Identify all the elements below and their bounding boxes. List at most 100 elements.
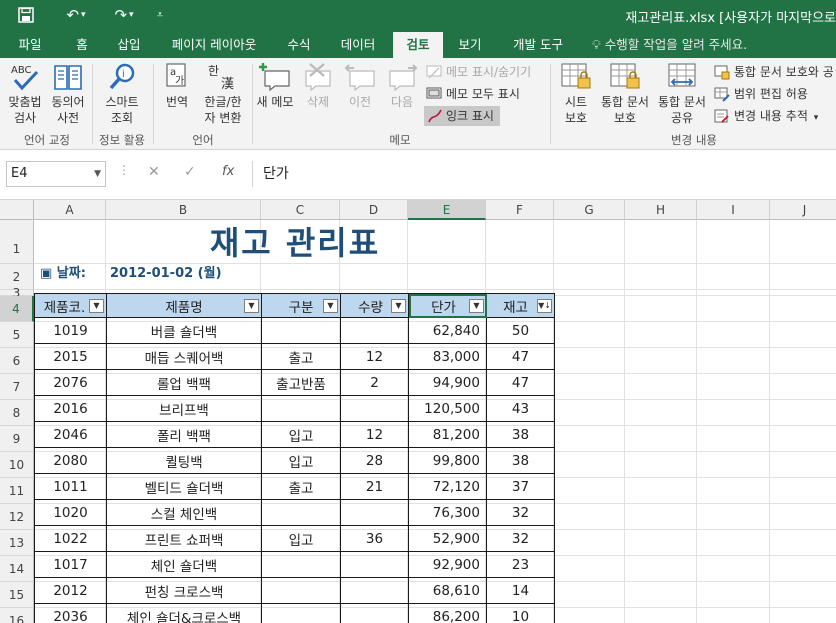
- cell-quantity[interactable]: 28: [340, 447, 409, 474]
- column-header-f[interactable]: F: [486, 200, 554, 220]
- cell-product-name[interactable]: 펀칭 크로스백: [106, 577, 262, 604]
- translate-button[interactable]: a가 번역: [158, 62, 196, 110]
- filter-dropdown-icon[interactable]: ▼: [89, 299, 104, 313]
- header-product-code[interactable]: 제품코. ▼: [34, 293, 107, 318]
- row-header-5[interactable]: 5: [0, 322, 34, 348]
- enter-icon[interactable]: ✓: [184, 164, 196, 180]
- cell-product-name[interactable]: 매듭 스퀘어백: [106, 343, 262, 370]
- cell-product-code[interactable]: 1022: [34, 525, 107, 552]
- cell-unit-price[interactable]: 83,000: [408, 343, 487, 370]
- cell-category[interactable]: 입고: [261, 421, 341, 448]
- cell-stock[interactable]: 50: [486, 317, 555, 344]
- cell-quantity[interactable]: [340, 551, 409, 578]
- cell-stock[interactable]: 10: [486, 603, 555, 623]
- cell-product-code[interactable]: 1020: [34, 499, 107, 526]
- cell-category[interactable]: 출고반품: [261, 369, 341, 396]
- sort-descending-filter-icon[interactable]: ▼↓: [537, 299, 552, 313]
- show-all-comments-button[interactable]: 메모 모두 표시: [426, 84, 520, 104]
- cell-quantity[interactable]: 21: [340, 473, 409, 500]
- undo-icon[interactable]: ↶ ▾: [56, 4, 96, 26]
- cell-quantity[interactable]: 12: [340, 343, 409, 370]
- cell-product-name[interactable]: 버클 숄더백: [106, 317, 262, 344]
- cell-product-name[interactable]: 브리프백: [106, 395, 262, 422]
- tab-page-layout[interactable]: 페이지 레이아웃: [160, 32, 268, 58]
- select-all-corner[interactable]: [0, 200, 34, 220]
- cell-product-code[interactable]: 1017: [34, 551, 107, 578]
- row-header-8[interactable]: 8: [0, 400, 34, 426]
- row-header-14[interactable]: 14: [0, 556, 34, 582]
- header-unit-price[interactable]: 단가 ▼: [408, 293, 487, 318]
- cell-unit-price[interactable]: 62,840: [408, 317, 487, 344]
- cell-quantity[interactable]: [340, 395, 409, 422]
- cell-stock[interactable]: 38: [486, 421, 555, 448]
- cell-unit-price[interactable]: 92,900: [408, 551, 487, 578]
- cell-product-name[interactable]: 프린트 쇼퍼백: [106, 525, 262, 552]
- column-header-j[interactable]: J: [770, 200, 836, 220]
- cell-product-code[interactable]: 2015: [34, 343, 107, 370]
- cell-product-name[interactable]: 벨티드 숄더백: [106, 473, 262, 500]
- cell-category[interactable]: [261, 395, 341, 422]
- protect-sheet-button[interactable]: 시트 보호: [556, 62, 596, 126]
- next-comment-button[interactable]: 다음: [382, 62, 422, 110]
- cell-quantity[interactable]: [340, 603, 409, 623]
- column-header-a[interactable]: A: [34, 200, 106, 220]
- header-category[interactable]: 구분 ▼: [261, 293, 341, 318]
- cell-category[interactable]: 입고: [261, 447, 341, 474]
- cell-product-code[interactable]: 1011: [34, 473, 107, 500]
- row-header-7[interactable]: 7: [0, 374, 34, 400]
- cell-stock[interactable]: 14: [486, 577, 555, 604]
- show-hide-comment-button[interactable]: 메모 표시/숨기기: [426, 62, 531, 82]
- tab-home[interactable]: 홈: [64, 32, 100, 58]
- smart-lookup-button[interactable]: i 스마트 조회: [100, 62, 144, 126]
- row-header-16[interactable]: 16: [0, 608, 34, 623]
- spelling-button[interactable]: ABC 맞춤법 검사: [4, 62, 46, 126]
- chevron-down-icon[interactable]: ▼: [94, 162, 101, 186]
- cell-category[interactable]: [261, 317, 341, 344]
- cell-product-name[interactable]: 롤업 백팩: [106, 369, 262, 396]
- column-header-e[interactable]: E: [408, 200, 486, 220]
- cell-product-name[interactable]: 체인 숄더백: [106, 551, 262, 578]
- hanja-convert-button[interactable]: 한漢 한글/한 자 변환: [198, 62, 248, 126]
- name-box[interactable]: E4 ▼: [6, 161, 106, 187]
- cell-stock[interactable]: 32: [486, 525, 555, 552]
- new-comment-button[interactable]: 새 메모: [254, 62, 296, 110]
- filter-dropdown-icon[interactable]: ▼: [391, 299, 406, 313]
- cell-product-code[interactable]: 2046: [34, 421, 107, 448]
- row-header-15[interactable]: 15: [0, 582, 34, 608]
- cell-unit-price[interactable]: 52,900: [408, 525, 487, 552]
- tab-insert[interactable]: 삽입: [108, 32, 150, 58]
- show-ink-button[interactable]: 잉크 표시: [424, 106, 500, 126]
- cell-product-code[interactable]: 1019: [34, 317, 107, 344]
- track-changes-button[interactable]: 변경 내용 추적 ▾: [714, 106, 818, 126]
- cell-product-code[interactable]: 2036: [34, 603, 107, 623]
- cell-unit-price[interactable]: 94,900: [408, 369, 487, 396]
- cell-category[interactable]: [261, 603, 341, 623]
- filter-dropdown-icon[interactable]: ▼: [323, 299, 338, 313]
- cell-product-name[interactable]: 퀼팅백: [106, 447, 262, 474]
- cell-category[interactable]: [261, 551, 341, 578]
- tell-me-search[interactable]: 💡︎ 수행할 작업을 알려 주세요.: [592, 32, 772, 58]
- row-header-9[interactable]: 9: [0, 426, 34, 452]
- cell-unit-price[interactable]: 72,120: [408, 473, 487, 500]
- redo-icon[interactable]: ↷ ▾: [104, 4, 144, 26]
- cell-product-name[interactable]: 체인 숄더&크로스백: [106, 603, 262, 623]
- row-header-10[interactable]: 10: [0, 452, 34, 478]
- cell-stock[interactable]: 47: [486, 343, 555, 370]
- cell-stock[interactable]: 47: [486, 369, 555, 396]
- formula-input[interactable]: 단가: [252, 161, 836, 187]
- cell-quantity[interactable]: 2: [340, 369, 409, 396]
- cell-stock[interactable]: 37: [486, 473, 555, 500]
- row-header-12[interactable]: 12: [0, 504, 34, 530]
- thesaurus-button[interactable]: 동의어 사전: [48, 62, 88, 126]
- row-header-13[interactable]: 13: [0, 530, 34, 556]
- save-icon[interactable]: [14, 4, 38, 26]
- cell-product-code[interactable]: 2076: [34, 369, 107, 396]
- cell-stock[interactable]: 38: [486, 447, 555, 474]
- header-product-name[interactable]: 제품명 ▼: [106, 293, 262, 318]
- date-value[interactable]: 2012-01-02 (월): [110, 262, 222, 281]
- allow-edit-ranges-button[interactable]: 범위 편집 허용: [714, 84, 808, 104]
- cell-product-code[interactable]: 2016: [34, 395, 107, 422]
- previous-comment-button[interactable]: 이전: [340, 62, 380, 110]
- header-quantity[interactable]: 수량 ▼: [340, 293, 409, 318]
- sheet-title[interactable]: 재고 관리표: [105, 218, 485, 264]
